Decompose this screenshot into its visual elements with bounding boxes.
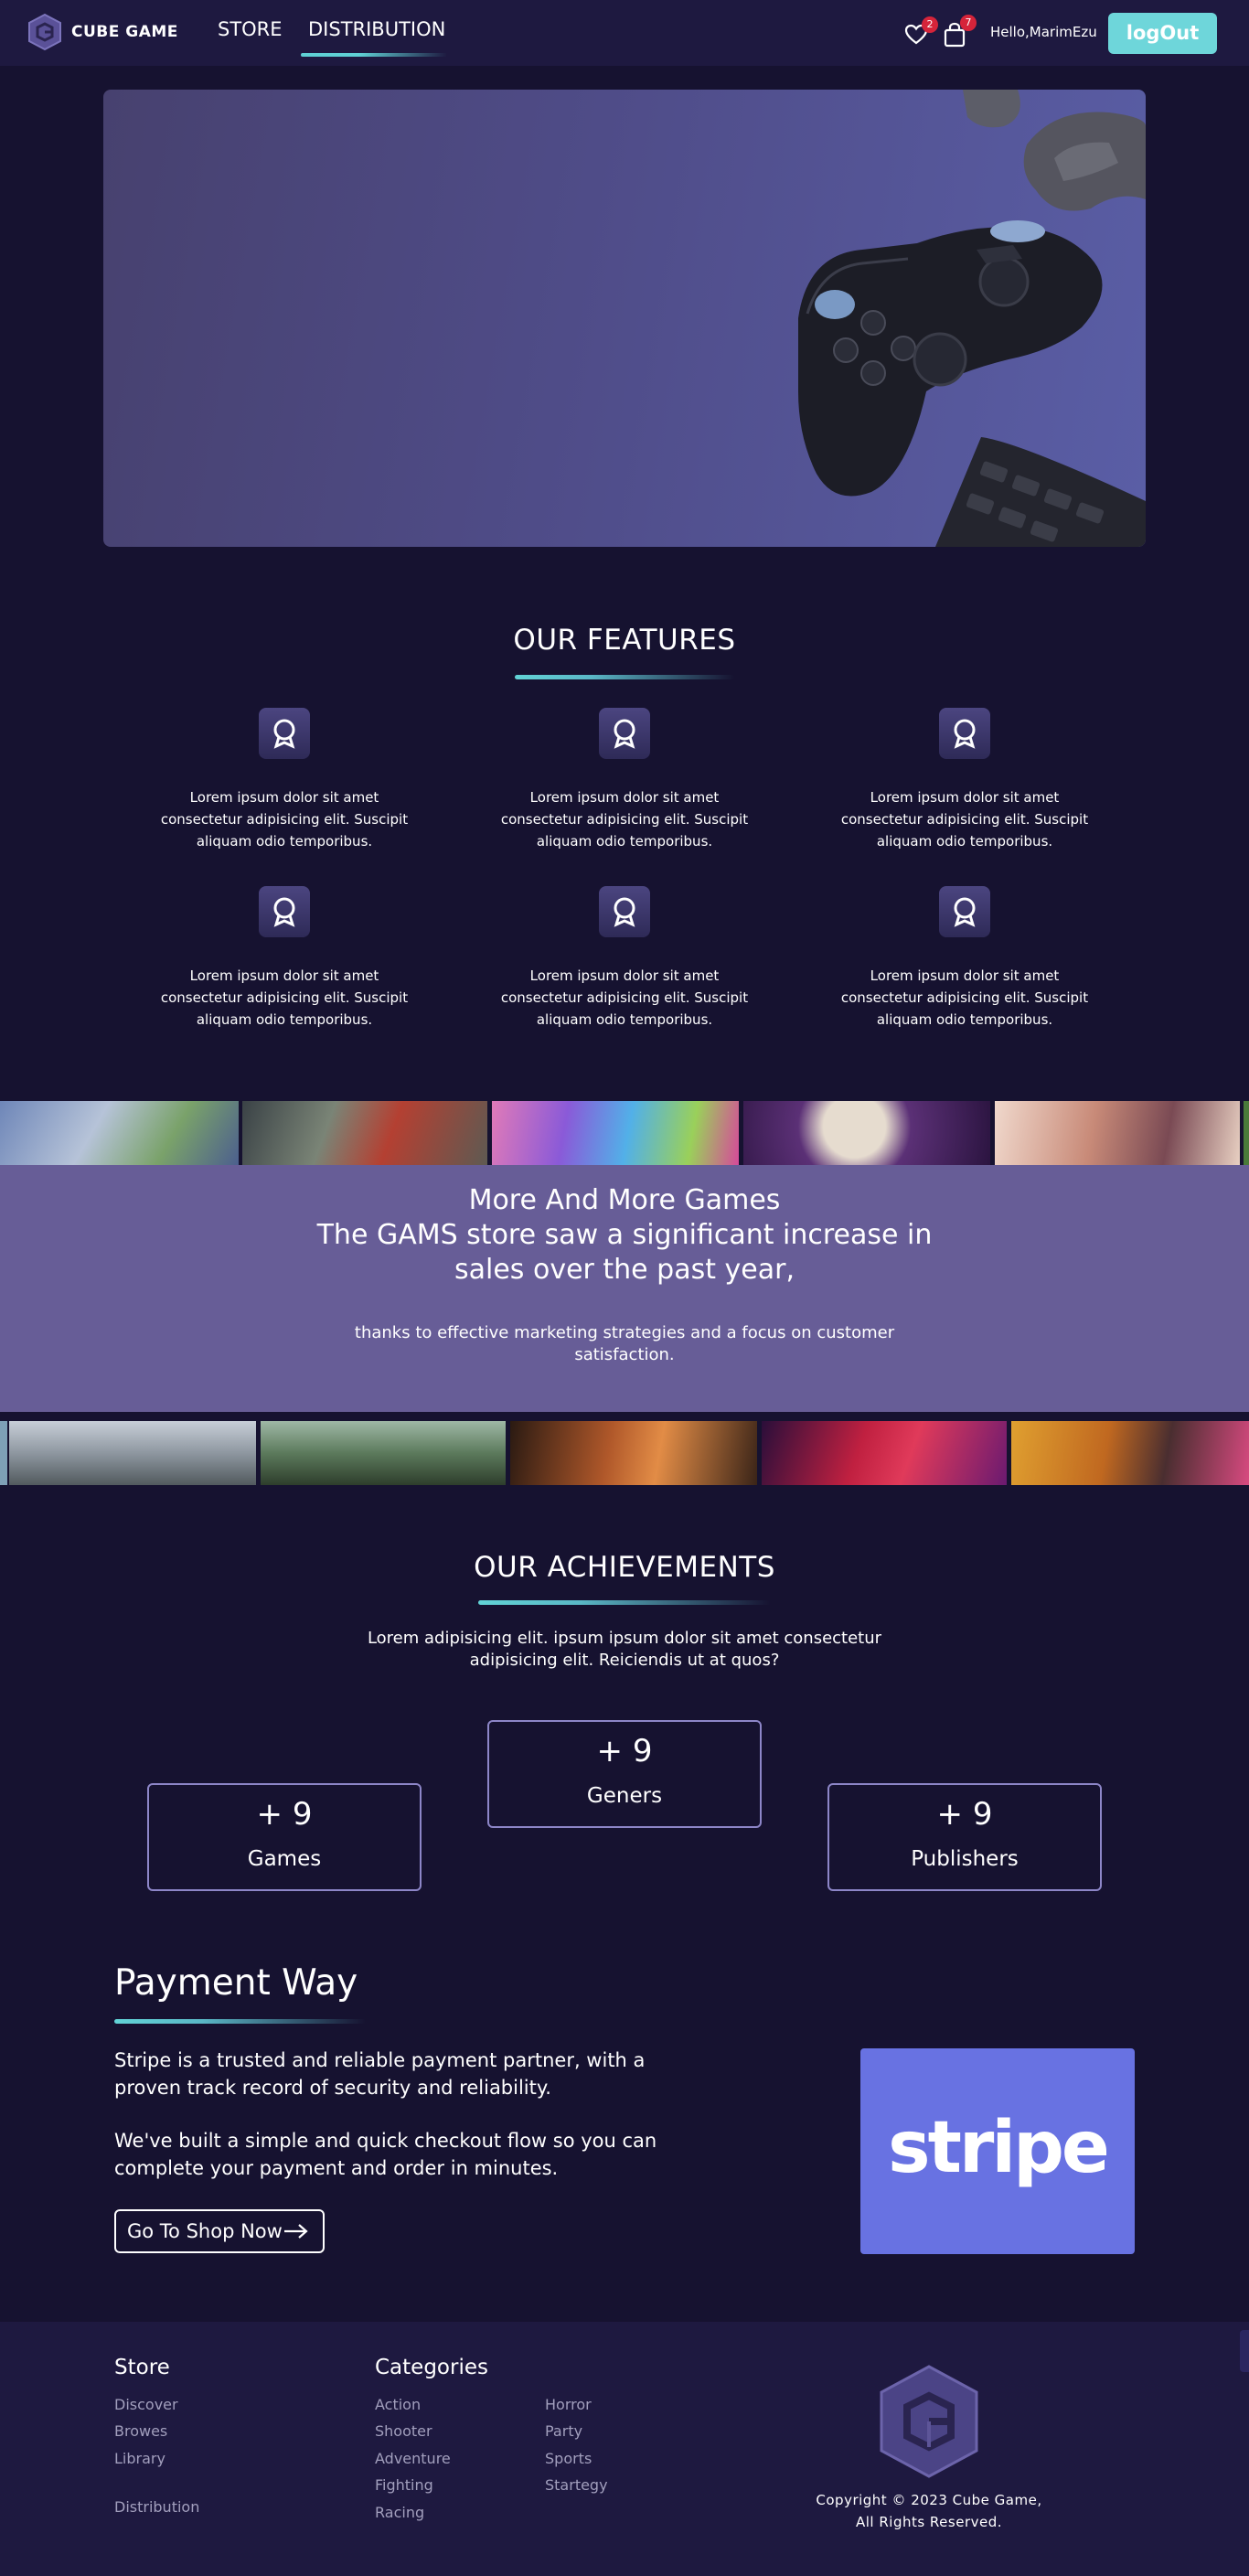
hero-banner — [103, 90, 1146, 547]
promo-title-line1: More And More Games — [468, 1184, 781, 1216]
footer-store-heading: Store — [114, 2356, 170, 2379]
cube-logo-icon — [880, 2365, 978, 2478]
game-thumbnail — [242, 1101, 487, 1165]
cart-count-badge: 7 — [960, 15, 977, 31]
go-to-shop-button[interactable]: Go To Shop Now — [114, 2209, 325, 2253]
svg-text:stripe: stripe — [888, 2107, 1107, 2189]
nav-distribution-link[interactable]: DISTRIBUTION — [308, 18, 445, 40]
stat-value: + 9 — [936, 1796, 993, 1833]
footer-link-browes[interactable]: Browes — [114, 2422, 167, 2440]
game-thumbnail — [1244, 1101, 1249, 1165]
payment-title-underline — [114, 2019, 366, 2024]
game-thumbnail — [0, 1421, 7, 1485]
promo-title-line2: The GAMS store saw a significant increas… — [316, 1219, 933, 1251]
game-thumbnail — [762, 1421, 1007, 1485]
features-title: OUR FEATURES — [513, 624, 736, 657]
footer-link-distribution[interactable]: Distribution — [114, 2498, 199, 2516]
nav-store-link[interactable]: STORE — [218, 18, 283, 40]
stat-value: + 9 — [256, 1796, 313, 1833]
game-thumbnail — [995, 1101, 1240, 1165]
promo-title-line3: sales over the past year, — [454, 1254, 795, 1286]
footer-category-sports[interactable]: Sports — [545, 2450, 592, 2467]
award-badge-icon — [599, 886, 650, 937]
feature-text: Lorem ipsum dolor sit amet consectetur a… — [500, 789, 749, 850]
brand-name: CUBE GAME — [71, 23, 178, 41]
stat-label: Publishers — [911, 1847, 1019, 1871]
game-thumbnail — [9, 1421, 256, 1485]
footer-category-racing[interactable]: Racing — [375, 2504, 424, 2521]
game-thumbnail — [492, 1101, 739, 1165]
promo-subtitle: thanks to effective marketing strategies… — [354, 1323, 895, 1364]
stat-value: + 9 — [596, 1733, 653, 1769]
footer-category-shooter[interactable]: Shooter — [375, 2422, 432, 2440]
top-navbar: CUBE GAME STORE DISTRIBUTION 2 7 Hello,M… — [0, 0, 1249, 66]
payment-paragraph-1: Stripe is a trusted and reliable payment… — [114, 2049, 646, 2099]
arrow-right-icon — [284, 2224, 308, 2239]
payment-title: Payment Way — [114, 1962, 358, 2004]
award-badge-icon — [259, 886, 310, 937]
stat-card-geners: + 9 Geners — [487, 1720, 762, 1828]
footer-category-startegy[interactable]: Startegy — [545, 2476, 608, 2494]
footer-category-fighting[interactable]: Fighting — [375, 2476, 433, 2494]
promo-title: More And More Games The GAMS store saw a… — [0, 1183, 1249, 1288]
cube-logo-icon — [28, 13, 61, 51]
stat-label: Geners — [586, 1784, 663, 1808]
stat-card-publishers: + 9 Publishers — [827, 1783, 1102, 1891]
achievements-title-underline — [478, 1600, 771, 1605]
game-thumbnail — [743, 1101, 990, 1165]
feature-text: Lorem ipsum dolor sit amet consectetur a… — [840, 789, 1089, 850]
award-badge-icon — [259, 708, 310, 759]
brand-logo[interactable]: CUBE GAME — [26, 13, 178, 51]
active-nav-indicator — [301, 53, 447, 57]
features-title-underline — [515, 675, 734, 679]
scroll-to-top-tab[interactable] — [1240, 2330, 1249, 2372]
feature-text: Lorem ipsum dolor sit amet consectetur a… — [500, 967, 749, 1028]
stripe-logo: stripe — [860, 2048, 1135, 2254]
award-badge-icon — [939, 886, 990, 937]
wishlist-count-badge: 2 — [922, 16, 938, 33]
footer-category-adventure[interactable]: Adventure — [375, 2450, 451, 2467]
logout-button[interactable]: logOut — [1108, 13, 1217, 54]
footer-category-horror[interactable]: Horror — [545, 2396, 592, 2413]
games-strip-bottom — [0, 1421, 1249, 1485]
footer-link-library[interactable]: Library — [114, 2450, 165, 2467]
payment-paragraph-2: We've built a simple and quick checkout … — [114, 2130, 657, 2179]
footer-categories-heading: Categories — [375, 2356, 488, 2379]
game-thumbnail — [0, 1101, 239, 1165]
achievements-description: Lorem adipisicing elit. ipsum ipsum dolo… — [367, 1629, 882, 1670]
footer-category-action[interactable]: Action — [375, 2396, 421, 2413]
footer-link-discover[interactable]: Discover — [114, 2396, 178, 2413]
award-badge-icon — [599, 708, 650, 759]
feature-text: Lorem ipsum dolor sit amet consectetur a… — [160, 967, 409, 1028]
feature-text: Lorem ipsum dolor sit amet consectetur a… — [840, 967, 1089, 1028]
copyright-text: Copyright © 2023 Cube Game, All Rights R… — [792, 2489, 1066, 2533]
copyright-line-1: Copyright © 2023 Cube Game, — [816, 2492, 1042, 2508]
stripe-wordmark-icon: stripe — [888, 2107, 1110, 2189]
game-thumbnail — [1011, 1421, 1249, 1485]
gamepad-hero-illustration — [798, 90, 1146, 547]
award-badge-icon — [939, 708, 990, 759]
footer-category-party[interactable]: Party — [545, 2422, 582, 2440]
copyright-line-2: All Rights Reserved. — [855, 2514, 1003, 2530]
game-thumbnail — [261, 1421, 506, 1485]
footer — [0, 2322, 1249, 2576]
stat-label: Games — [247, 1847, 322, 1871]
go-to-shop-label: Go To Shop Now — [127, 2220, 283, 2242]
achievements-title: OUR ACHIEVEMENTS — [474, 1551, 775, 1584]
games-strip-top — [0, 1101, 1249, 1165]
user-greeting: Hello,MarimEzu — [990, 24, 1097, 40]
stat-card-games: + 9 Games — [147, 1783, 422, 1891]
feature-text: Lorem ipsum dolor sit amet consectetur a… — [160, 789, 409, 850]
game-thumbnail — [510, 1421, 757, 1485]
